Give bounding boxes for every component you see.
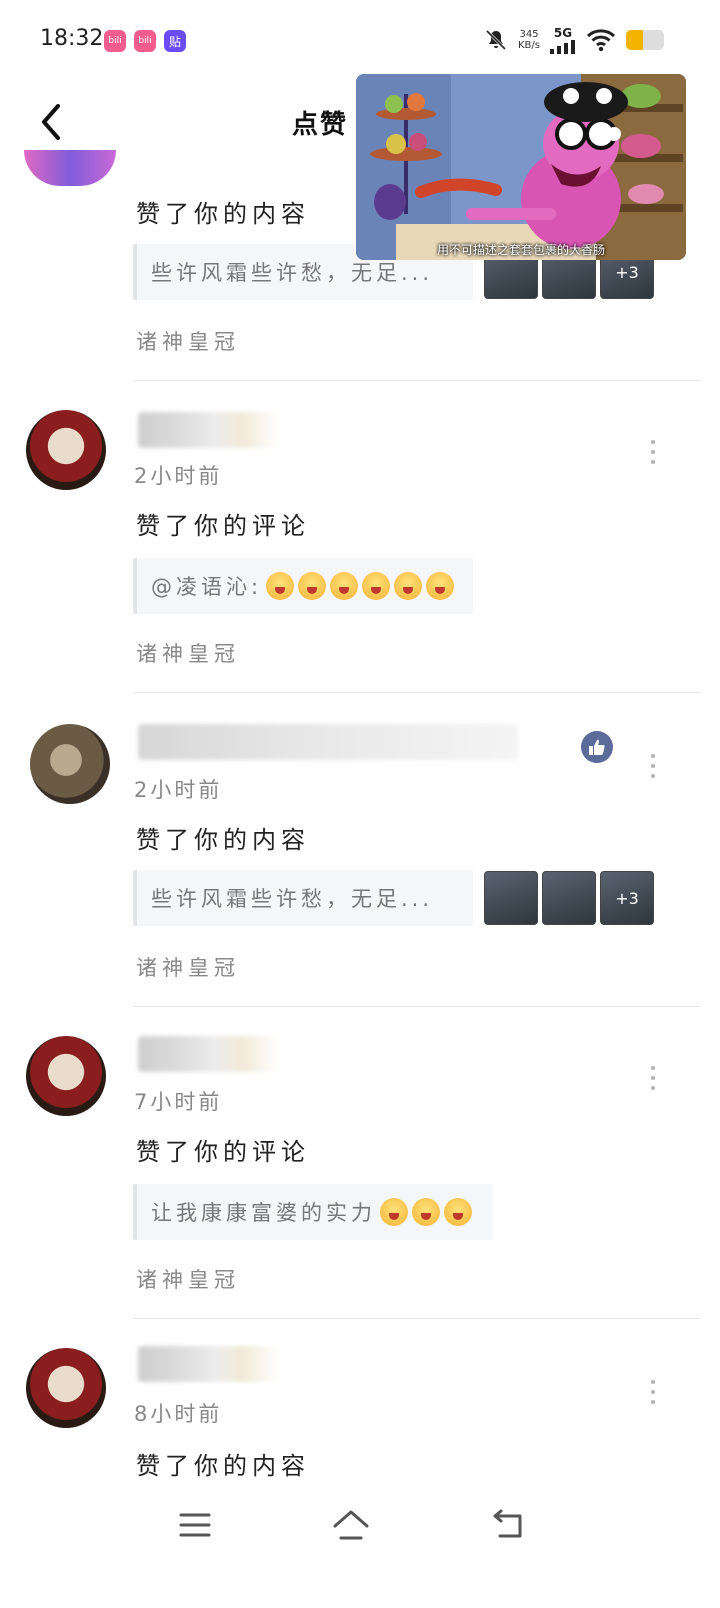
more-options-icon[interactable] [643, 1380, 663, 1404]
bilibili-icon: bili [104, 30, 126, 52]
username-redacted[interactable] [138, 1036, 278, 1072]
crying-emoji-icon [362, 572, 391, 600]
username-redacted[interactable] [138, 412, 278, 448]
status-indicators: 345 KB/s 5G [484, 26, 664, 54]
video-frame [356, 74, 686, 260]
like-action-text: 赞了你的评论 [136, 1138, 310, 1166]
like-action-text: 赞了你的内容 [136, 826, 310, 854]
battery-icon [626, 30, 664, 50]
more-options-icon[interactable] [643, 754, 663, 778]
content-thumbnail[interactable] [542, 871, 596, 925]
pip-video-player[interactable]: 用不可描述之套套包裹的大香肠 [356, 74, 686, 260]
source-label[interactable]: 诸神皇冠 [136, 952, 240, 982]
divider [133, 692, 700, 693]
timestamp: 7小时前 [134, 1090, 223, 1114]
quoted-content[interactable]: 让我康康富婆的实力 [133, 1184, 493, 1240]
battery-fill [626, 30, 644, 50]
content-thumbnail-more[interactable]: +3 [600, 871, 654, 925]
status-time: 18:32 [40, 26, 104, 51]
quote-text: 些许风霜些许愁，无足... [151, 261, 434, 285]
divider [133, 1006, 700, 1007]
back-arrow-icon[interactable] [36, 100, 76, 144]
signal-bars-icon [550, 40, 575, 54]
page-title: 点赞 [292, 110, 349, 140]
cellular-signal: 5G [550, 26, 576, 54]
drooling-emoji-icon [380, 1198, 408, 1226]
net-speed-value: 345 [519, 29, 539, 40]
net-speed: 345 KB/s [518, 29, 540, 51]
back-nav-icon[interactable] [490, 1508, 526, 1542]
avatar[interactable] [30, 724, 110, 804]
wifi-icon [586, 29, 616, 52]
network-type: 5G [553, 26, 573, 40]
quoted-content[interactable]: @凌语沁: [133, 558, 473, 614]
like-action-text: 赞了你的内容 [136, 200, 310, 228]
more-options-icon[interactable] [643, 1066, 663, 1090]
system-nav-bar [0, 1490, 720, 1560]
content-thumbnail[interactable] [484, 871, 538, 925]
like-action-text: 赞了你的评论 [136, 512, 310, 540]
crying-emoji-icon [298, 572, 327, 600]
quote-text: @凌语沁: [151, 575, 263, 599]
drooling-emoji-icon [412, 1198, 440, 1226]
crying-emoji-icon [266, 572, 295, 600]
drooling-emoji-icon [444, 1198, 472, 1226]
crying-emoji-icon [426, 572, 455, 600]
mute-bell-icon [485, 29, 507, 51]
net-speed-unit: KB/s [518, 40, 540, 51]
source-label[interactable]: 诸神皇冠 [136, 326, 240, 356]
quoted-content[interactable]: 些许风霜些许愁，无足... [133, 870, 473, 926]
quote-text: 让我康康富婆的实力 [151, 1201, 376, 1225]
username-redacted[interactable] [138, 1346, 278, 1382]
timestamp: 2小时前 [134, 778, 223, 802]
quote-text: 些许风霜些许愁，无足... [151, 887, 434, 911]
source-label[interactable]: 诸神皇冠 [136, 638, 240, 668]
divider [133, 1318, 700, 1319]
more-options-icon[interactable] [643, 440, 663, 464]
timestamp: 8小时前 [134, 1402, 223, 1426]
crying-emoji-icon [394, 572, 423, 600]
crying-emoji-icon [330, 572, 359, 600]
divider [133, 380, 700, 381]
avatar[interactable] [26, 410, 106, 490]
avatar[interactable] [26, 1348, 106, 1428]
home-icon[interactable] [332, 1508, 370, 1542]
like-badge-icon [581, 731, 613, 763]
avatar[interactable] [24, 150, 116, 186]
tieba-icon: 贴 [164, 30, 186, 52]
avatar[interactable] [26, 1036, 106, 1116]
video-caption: 用不可描述之套套包裹的大香肠 [436, 243, 605, 257]
source-label[interactable]: 诸神皇冠 [136, 1264, 240, 1294]
timestamp: 2小时前 [134, 464, 223, 488]
like-action-text: 赞了你的内容 [136, 1452, 310, 1480]
bilibili-icon: bili [134, 30, 156, 52]
menu-icon[interactable] [178, 1510, 212, 1540]
username-redacted[interactable] [138, 724, 518, 760]
